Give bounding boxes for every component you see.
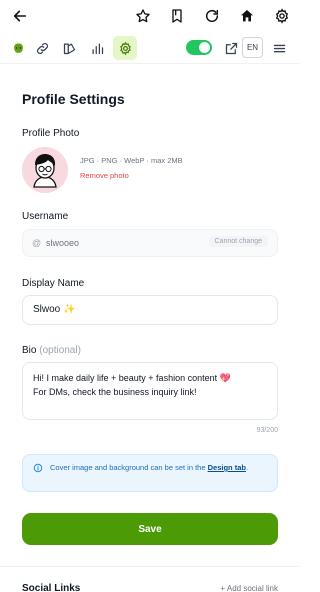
publish-toggle[interactable] xyxy=(186,40,212,55)
settings-gear-icon[interactable] xyxy=(272,6,292,26)
bar-chart-icon[interactable] xyxy=(85,36,109,60)
bio-text: Hi! I make daily life + beauty + fashion… xyxy=(33,371,269,399)
username-label: Username xyxy=(22,211,69,222)
info-banner: Cover image and background can be set in… xyxy=(22,454,278,492)
bio-label-text: Bio xyxy=(22,345,37,356)
bio-optional-tag: (optional) xyxy=(39,345,81,356)
cannot-change-badge: Cannot change xyxy=(208,236,268,247)
avatar[interactable] xyxy=(22,147,68,193)
home-icon[interactable] xyxy=(237,6,257,26)
info-icon xyxy=(33,463,43,473)
palette-icon[interactable] xyxy=(57,36,81,60)
toggle-knob xyxy=(199,42,210,53)
display-name-value: Slwoo ✨ xyxy=(33,304,76,315)
language-button[interactable]: EN xyxy=(242,37,263,58)
back-arrow-icon[interactable] xyxy=(10,6,30,26)
remove-photo-link[interactable]: Remove photo xyxy=(80,171,129,180)
bio-label: Bio (optional) xyxy=(22,345,81,356)
gear-icon[interactable] xyxy=(113,36,137,60)
display-name-label: Display Name xyxy=(22,278,85,289)
browser-bar xyxy=(0,0,300,32)
display-name-input[interactable]: Slwoo ✨ xyxy=(22,295,278,325)
link-icon[interactable] xyxy=(30,36,54,60)
section-divider xyxy=(0,566,300,567)
username-value: slwooeo xyxy=(46,238,80,248)
bio-line-2: For DMs, check the business inquiry link… xyxy=(33,387,197,397)
photo-format-hint: JPG · PNG · WebP · max 2MB xyxy=(80,156,183,165)
profile-photo-label: Profile Photo xyxy=(22,128,80,139)
design-tab-link[interactable]: Design tab xyxy=(208,463,246,472)
profile-settings-panel: Profile Settings Profile Photo JPG · PNG… xyxy=(0,64,300,592)
bookmark-icon[interactable] xyxy=(167,6,187,26)
username-field: @ slwooeo Cannot change xyxy=(22,229,278,257)
external-link-icon[interactable] xyxy=(219,36,243,60)
save-button[interactable]: Save xyxy=(22,513,278,545)
info-suffix: . xyxy=(245,463,249,472)
star-icon[interactable] xyxy=(133,6,153,26)
social-links-title: Social Links xyxy=(22,583,81,592)
refresh-icon[interactable] xyxy=(202,6,222,26)
info-message: Cover image and background can be set in… xyxy=(50,463,206,472)
bio-textarea[interactable]: Hi! I make daily life + beauty + fashion… xyxy=(22,362,278,420)
blob-icon[interactable] xyxy=(6,36,30,60)
info-text: Cover image and background can be set in… xyxy=(50,462,270,474)
bio-line-1: Hi! I make daily life + beauty + fashion… xyxy=(33,373,231,383)
add-social-link-button[interactable]: + Add social link xyxy=(220,584,278,592)
bio-char-counter: 93/200 xyxy=(256,427,278,434)
at-prefix: @ xyxy=(32,238,42,248)
editor-toolbar: EN xyxy=(0,32,300,64)
page-title: Profile Settings xyxy=(22,91,125,107)
menu-icon[interactable] xyxy=(267,36,291,60)
